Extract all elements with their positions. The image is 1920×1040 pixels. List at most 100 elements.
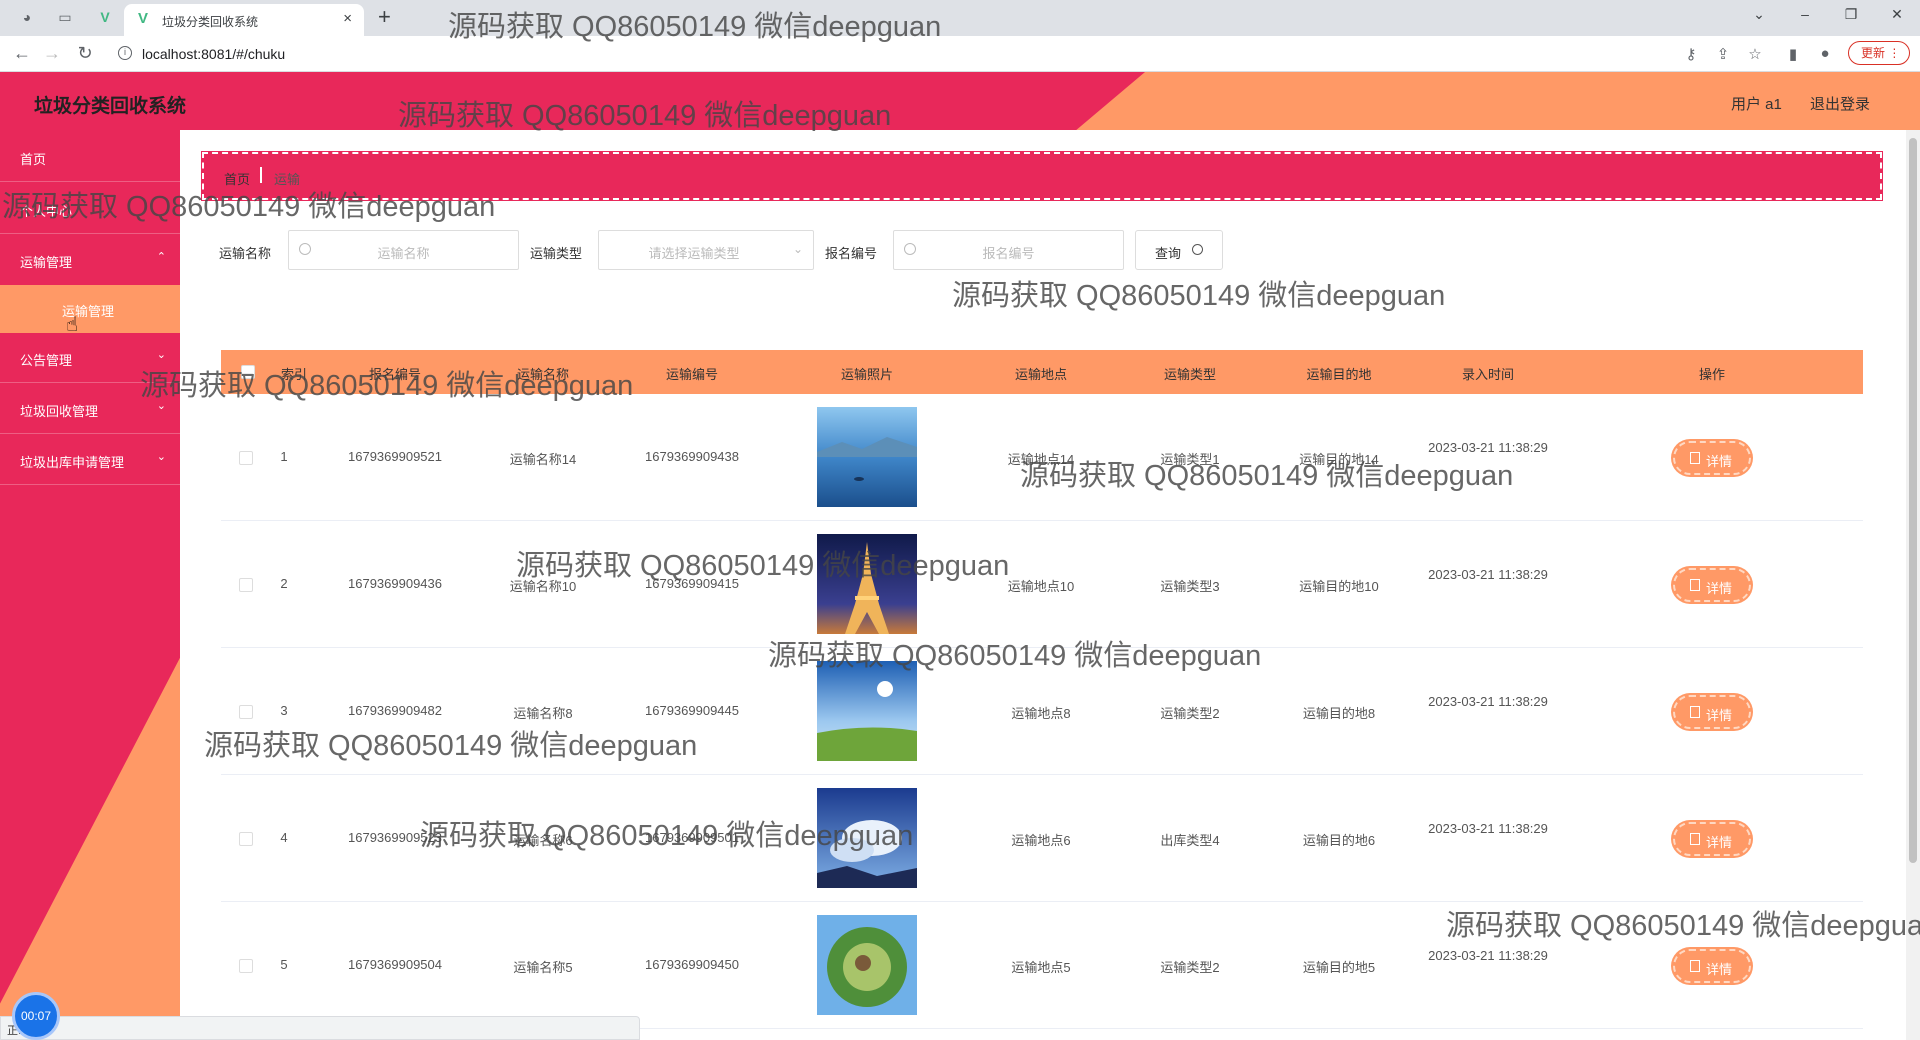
type-select[interactable]: 请选择运输类型 ⌄ <box>598 230 814 270</box>
cell-type: 出库类型4 <box>1160 833 1220 848</box>
cell-code: 1679369909482 <box>348 703 442 718</box>
scrollbar-thumb[interactable] <box>1909 138 1917 863</box>
table-row: 3 1679369909482 运输名称8 1679369909445 运输地点… <box>221 648 1863 775</box>
table-header: 索引 报名编号 运输名称 运输编号 运输照片 运输地点 运输类型 运输目的地 录… <box>221 350 1863 394</box>
row-checkbox[interactable] <box>239 578 253 592</box>
table-row: 4 1679369909523 运输名称6 1679369909501 运输地点… <box>221 775 1863 902</box>
recording-timer-badge: 00:07 <box>12 992 60 1040</box>
minimize-icon[interactable]: – <box>1795 6 1815 22</box>
photo-clouds <box>817 788 917 888</box>
chevron-down-icon: ⌄ <box>156 349 166 361</box>
sidebar-item-notice[interactable]: 公告管理 ⌄ <box>0 333 180 383</box>
type-filter-label: 运输类型 <box>530 246 583 261</box>
detail-label: 详情 <box>1706 835 1733 850</box>
cell-index: 3 <box>280 703 288 718</box>
update-button[interactable]: 更新 ⋮ <box>1848 41 1910 65</box>
breadcrumb: 首页 运输 <box>202 152 1882 200</box>
photo-eiffel-tower <box>817 534 917 634</box>
breadcrumb-home[interactable]: 首页 <box>224 169 250 188</box>
key-icon[interactable]: ⚷ <box>1682 45 1700 63</box>
watermark-text: 源码获取 QQ86050149 微信deepguan <box>952 280 1446 312</box>
cell-place: 运输地点5 <box>1011 960 1071 975</box>
restore-icon[interactable]: ❐ <box>1841 6 1861 23</box>
column-header: 索引 <box>280 367 308 382</box>
close-window-icon[interactable]: ✕ <box>1887 6 1907 23</box>
cell-type: 运输类型2 <box>1160 706 1220 721</box>
row-checkbox[interactable] <box>239 705 253 719</box>
cell-index: 4 <box>280 830 288 845</box>
detail-button[interactable]: 详情 <box>1673 949 1751 983</box>
update-label: 更新 <box>1861 46 1886 60</box>
detail-label: 详情 <box>1706 962 1733 977</box>
name-search-input[interactable]: 运输名称 <box>288 230 519 270</box>
document-icon <box>1690 960 1700 972</box>
breadcrumb-separator <box>260 167 262 183</box>
cell-code: 1679369909521 <box>348 449 442 464</box>
site-info-icon[interactable]: i <box>118 46 132 60</box>
sidebar-item-label: 垃圾回收管理 <box>20 404 99 419</box>
cell-time: 2023-03-21 11:38:29 <box>1428 567 1548 582</box>
row-checkbox[interactable] <box>239 832 253 846</box>
cell-transport-code: 1679369909438 <box>645 449 739 464</box>
logout-link[interactable]: 退出登录 <box>1810 93 1870 114</box>
sidebar-item-transport[interactable]: 运输管理 ⌃ <box>0 235 180 285</box>
column-header: 运输目的地 <box>1306 367 1372 382</box>
sidebar-item-label: 垃圾出库申请管理 <box>20 455 125 470</box>
query-button[interactable]: 查询 <box>1135 230 1223 270</box>
name-filter-label: 运输名称 <box>219 246 272 261</box>
row-checkbox[interactable] <box>239 959 253 973</box>
cell-place: 运输地点14 <box>1007 452 1075 467</box>
detail-button[interactable]: 详情 <box>1673 822 1751 856</box>
recording-time: 00:07 <box>20 1009 52 1023</box>
cell-code: 1679369909436 <box>348 576 442 591</box>
chevron-down-icon: ⌄ <box>156 400 166 412</box>
cell-time: 2023-03-21 11:38:29 <box>1428 821 1548 836</box>
close-tab-icon[interactable]: × <box>343 10 352 27</box>
browser-logo-icon[interactable]: ◕ <box>18 8 36 26</box>
column-header: 操作 <box>1698 367 1726 382</box>
code-search-input[interactable]: 报名编号 <box>893 230 1124 270</box>
tab-group-icon[interactable]: ▭ <box>56 8 74 26</box>
new-tab-button[interactable]: + <box>378 4 391 30</box>
detail-button[interactable]: 详情 <box>1673 441 1751 475</box>
sidebar-subitem-transport-manage[interactable]: 运输管理 <box>0 285 180 333</box>
select-all-checkbox[interactable] <box>241 365 255 379</box>
cell-transport-code: 1679369909501 <box>645 830 739 845</box>
cell-index: 1 <box>280 449 288 464</box>
sidebar-item-home[interactable]: 首页 <box>0 132 180 182</box>
back-icon[interactable]: ← <box>12 43 32 64</box>
share-icon[interactable]: ⇪ <box>1714 45 1732 63</box>
detail-button[interactable]: 详情 <box>1673 695 1751 729</box>
cell-destination: 运输目的地5 <box>1302 960 1376 975</box>
sidebar-item-profile[interactable]: 个人中心 <box>0 184 180 234</box>
search-icon <box>1192 244 1203 255</box>
address-bar[interactable]: i localhost:8081/#/chuku <box>110 41 1675 67</box>
browser-status-bar: 正... <box>0 1016 640 1040</box>
row-checkbox[interactable] <box>239 451 253 465</box>
photo-lake <box>817 407 917 507</box>
column-header: 报名编号 <box>368 367 422 382</box>
cell-place: 运输地点6 <box>1011 833 1071 848</box>
detail-button[interactable]: 详情 <box>1673 568 1751 602</box>
code-filter-label: 报名编号 <box>825 246 878 261</box>
page-scrollbar[interactable] <box>1906 130 1920 1040</box>
cell-destination: 运输目的地10 <box>1299 579 1379 594</box>
side-panel-icon[interactable]: ▮ <box>1784 45 1802 63</box>
tab-search-icon[interactable]: ⌄ <box>1749 6 1769 23</box>
cell-transport-code: 1679369909450 <box>645 957 739 972</box>
pinned-tab-vue-icon[interactable]: V <box>96 8 114 26</box>
detail-label: 详情 <box>1706 581 1733 596</box>
chevron-down-icon: ⌄ <box>792 242 803 256</box>
bookmark-star-icon[interactable]: ☆ <box>1746 45 1764 63</box>
profile-avatar-icon[interactable]: ● <box>1816 45 1834 62</box>
document-icon <box>1690 452 1700 464</box>
sidebar-item-outbound[interactable]: 垃圾出库申请管理 ⌄ <box>0 435 180 485</box>
reload-icon[interactable]: ↻ <box>75 43 95 64</box>
browser-tab-active[interactable]: V 垃圾分类回收系统 × <box>124 4 364 36</box>
cell-index: 2 <box>280 576 288 591</box>
cell-place: 运输地点8 <box>1011 706 1071 721</box>
cell-place: 运输地点10 <box>1007 579 1075 594</box>
user-label: 用户 a1 <box>1731 96 1782 113</box>
sidebar-item-recycle[interactable]: 垃圾回收管理 ⌄ <box>0 384 180 434</box>
forward-icon[interactable]: → <box>42 43 62 64</box>
